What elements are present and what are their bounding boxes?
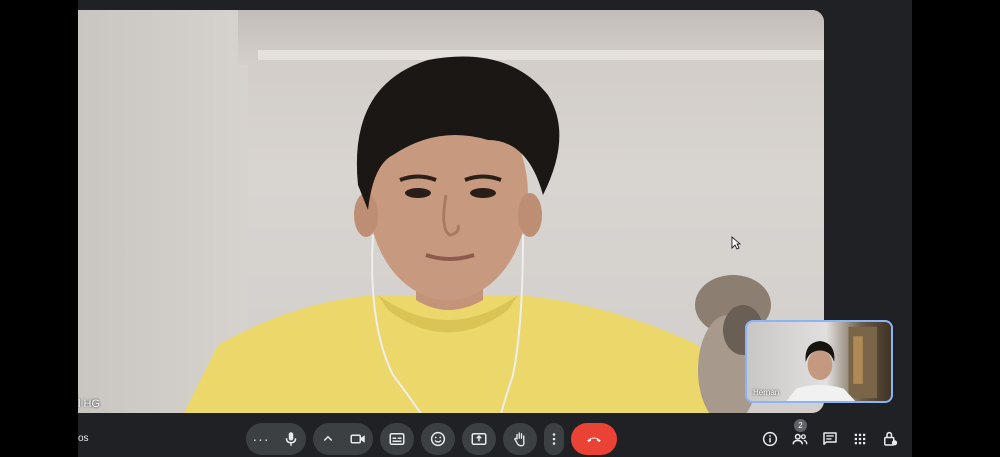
raise-hand-button[interactable] — [503, 423, 537, 455]
meeting-control-bar: os ··· 2 — [78, 418, 912, 457]
end-call-button[interactable] — [571, 423, 617, 455]
participants-count-badge: 2 — [794, 419, 807, 432]
info-icon — [762, 431, 778, 447]
main-participant-name: l HG — [78, 398, 100, 410]
call-controls: ··· — [246, 423, 617, 455]
side-panel-controls: 2 — [758, 419, 902, 455]
letterbox-left — [0, 0, 78, 457]
meeting-stage: l HG Hernan os ··· 2 — [78, 0, 912, 457]
audio-options-button[interactable]: ··· — [246, 423, 276, 455]
activities-button[interactable] — [848, 423, 872, 455]
self-view-tile[interactable]: Hernan — [745, 320, 893, 403]
chevron-up-icon — [323, 435, 333, 442]
more-vert-icon — [552, 433, 556, 445]
camera-pill — [313, 423, 373, 455]
mouse-cursor-icon — [731, 236, 741, 250]
camera-options-button[interactable] — [313, 423, 343, 455]
captions-icon — [389, 433, 405, 445]
call-end-icon — [587, 437, 601, 442]
raise-hand-icon — [513, 432, 525, 447]
chat-icon — [823, 432, 837, 445]
main-video-tile[interactable]: l HG — [78, 10, 824, 413]
self-view-name: Hernan — [753, 388, 780, 397]
more-horiz-icon: ··· — [252, 431, 270, 447]
camera-button[interactable] — [343, 423, 373, 455]
letterbox-right — [912, 0, 1000, 457]
mic-pill: ··· — [246, 423, 306, 455]
meeting-code: os — [78, 433, 89, 444]
microphone-button[interactable] — [276, 423, 306, 455]
more-options-button[interactable] — [544, 423, 564, 455]
captions-button[interactable] — [380, 423, 414, 455]
apps-grid-icon — [854, 433, 866, 445]
people-button[interactable]: 2 — [788, 419, 812, 455]
microphone-icon — [285, 432, 297, 446]
reactions-button[interactable] — [421, 423, 455, 455]
participant-video — [178, 45, 738, 413]
present-screen-icon — [471, 433, 487, 445]
present-button[interactable] — [462, 423, 496, 455]
host-controls-button[interactable] — [878, 423, 902, 455]
chat-button[interactable] — [818, 423, 842, 455]
emoji-icon — [430, 431, 446, 447]
meeting-details-button[interactable] — [758, 423, 782, 455]
people-icon — [792, 433, 808, 445]
lock-person-icon — [884, 431, 898, 446]
camera-icon — [350, 434, 365, 444]
